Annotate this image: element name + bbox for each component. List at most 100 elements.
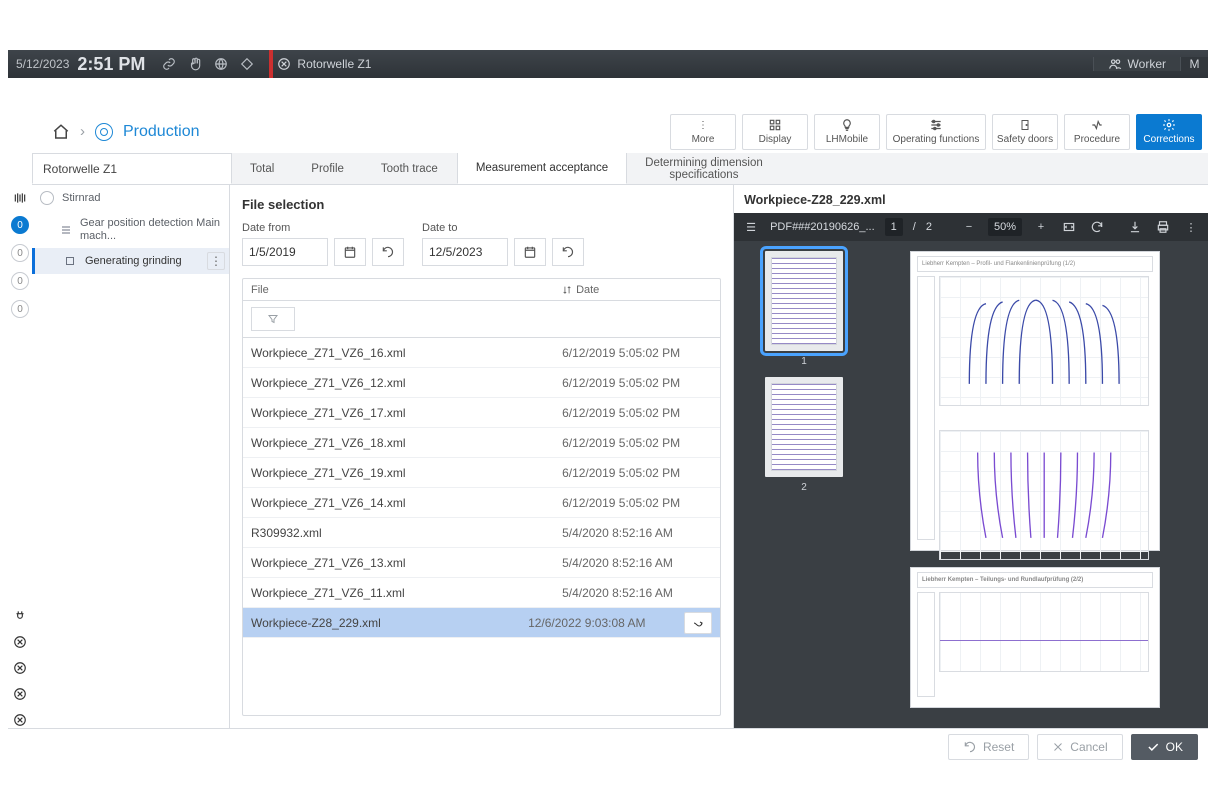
table-row[interactable]: Workpiece_Z71_VZ6_19.xml6/12/2019 5:05:0… — [243, 458, 720, 488]
tab-dim[interactable]: Determining dimension specifications — [627, 153, 782, 184]
table-row[interactable]: Workpiece-Z28_229.xml12/6/2022 9:03:08 A… — [243, 608, 720, 638]
ring-icon — [40, 191, 54, 205]
hand-icon[interactable] — [187, 56, 203, 72]
cell-file: Workpiece_Z71_VZ6_19.xml — [251, 466, 562, 480]
zoom-value[interactable]: 50% — [988, 218, 1022, 236]
corrections-button[interactable]: Corrections — [1136, 114, 1202, 150]
cell-date: 6/12/2019 5:05:02 PM — [562, 376, 712, 390]
table-row[interactable]: Workpiece_Z71_VZ6_13.xml5/4/2020 8:52:16… — [243, 548, 720, 578]
cell-date: 5/4/2020 8:52:16 AM — [562, 586, 712, 600]
action-bar: ⋮More Display LHMobile Operating functio… — [670, 114, 1208, 150]
date-from-input[interactable] — [242, 238, 328, 266]
user-chip[interactable]: Worker — [1093, 57, 1180, 71]
fit-icon[interactable] — [1060, 218, 1078, 236]
home-icon[interactable] — [52, 123, 70, 141]
ok-button[interactable]: OK — [1131, 734, 1198, 760]
file-table: File Date Workpiece_Z71_VZ6_16.xml6/12/2… — [242, 278, 721, 716]
lhmobile-button[interactable]: LHMobile — [814, 114, 880, 150]
diamond-icon[interactable] — [239, 56, 255, 72]
print-icon[interactable] — [1154, 218, 1172, 236]
link-icon[interactable] — [161, 56, 177, 72]
filter-button[interactable] — [251, 307, 295, 331]
sidebar-item-menu[interactable]: ⋮ — [207, 252, 225, 270]
apply-row-button[interactable] — [684, 612, 712, 634]
cell-file: Workpiece_Z71_VZ6_17.xml — [251, 406, 562, 420]
process-tree: Stirnrad Gear position detection Main mac… — [32, 185, 230, 728]
pdf-menu-icon[interactable]: ☰ — [742, 218, 760, 236]
date-to-reset-button[interactable] — [552, 238, 584, 266]
cancel-button[interactable]: Cancel — [1037, 734, 1122, 760]
cancel-circle-icon-2[interactable] — [12, 660, 28, 676]
plug-icon[interactable] — [12, 608, 28, 624]
tab-total[interactable]: Total — [232, 153, 293, 184]
pdf-thumb-1[interactable]: 1 — [765, 251, 843, 351]
date-from-picker-button[interactable] — [334, 238, 366, 266]
sidebar-item-label: Stirnrad — [62, 192, 101, 205]
table-row[interactable]: Workpiece_Z71_VZ6_18.xml6/12/2019 5:05:0… — [243, 428, 720, 458]
cancel-circle-icon-3[interactable] — [12, 686, 28, 702]
action-label: Operating functions — [893, 134, 980, 145]
file-selection-panel: File selection Date from Date to — [230, 185, 734, 728]
zoom-out-icon[interactable]: − — [960, 218, 978, 236]
date-to-input[interactable] — [422, 238, 508, 266]
pdf-page-area[interactable]: Liebherr Kempten – Profil- und Flankenli… — [874, 241, 1208, 728]
pdf-filename: PDF###20190626_... — [770, 221, 875, 233]
m-button[interactable]: M — [1180, 57, 1208, 71]
cell-file: Workpiece_Z71_VZ6_16.xml — [251, 346, 562, 360]
rotate-icon[interactable] — [1088, 218, 1106, 236]
doc-title-chip[interactable]: Rotorwelle Z1 — [277, 57, 371, 71]
pdf-thumb-strip[interactable]: 1 2 — [734, 241, 874, 728]
sidebar-item-gengrind[interactable]: Generating grinding⋮ — [32, 248, 229, 274]
table-row[interactable]: Workpiece_Z71_VZ6_11.xml5/4/2020 8:52:16… — [243, 578, 720, 608]
cancel-circle-icon-4[interactable] — [12, 712, 28, 728]
pdf-more-icon[interactable]: ⋮ — [1182, 218, 1200, 236]
pdf-page-sep: / — [913, 221, 916, 233]
pdf-page-total: 2 — [926, 221, 932, 233]
cell-file: R309932.xml — [251, 526, 562, 540]
cell-date: 6/12/2019 5:05:02 PM — [562, 406, 712, 420]
sidebar-item-label: Gear position detection Main mach... — [80, 217, 221, 242]
more-button[interactable]: ⋮More — [670, 114, 736, 150]
cancel-circle-icon-1[interactable] — [12, 634, 28, 650]
tab-profile[interactable]: Profile — [293, 153, 363, 184]
safety-button[interactable]: Safety doors — [992, 114, 1058, 150]
sliders-icon — [928, 118, 944, 132]
rail-dot-4[interactable]: 0 — [11, 300, 29, 318]
download-icon[interactable] — [1126, 218, 1144, 236]
globe-icon[interactable] — [213, 56, 229, 72]
pdf-page-current[interactable]: 1 — [885, 218, 903, 236]
rail-dot-2[interactable]: 0 — [11, 244, 29, 262]
table-row[interactable]: R309932.xml5/4/2020 8:52:16 AM — [243, 518, 720, 548]
breadcrumb-current[interactable]: Production — [123, 123, 200, 141]
date-from-reset-button[interactable] — [372, 238, 404, 266]
tab-title: Rotorwelle Z1 — [32, 153, 232, 184]
cell-file: Workpiece_Z71_VZ6_14.xml — [251, 496, 562, 510]
display-button[interactable]: Display — [742, 114, 808, 150]
op-functions-button[interactable]: Operating functions — [886, 114, 986, 150]
table-row[interactable]: Workpiece_Z71_VZ6_17.xml6/12/2019 5:05:0… — [243, 398, 720, 428]
rail-wave-icon[interactable] — [12, 190, 28, 206]
doc-title: Rotorwelle Z1 — [297, 57, 371, 71]
tab-tooth[interactable]: Tooth trace — [363, 153, 457, 184]
cell-date: 6/12/2019 5:05:02 PM — [562, 496, 712, 510]
zoom-in-icon[interactable]: + — [1032, 218, 1050, 236]
sidebar-item-stirnrad[interactable]: Stirnrad — [32, 185, 229, 211]
procedure-button[interactable]: Procedure — [1064, 114, 1130, 150]
col-date-header[interactable]: Date — [562, 284, 712, 296]
grid-icon — [768, 118, 782, 132]
rail-dot-1[interactable]: 0 — [11, 216, 29, 234]
tab-meas[interactable]: Measurement acceptance — [457, 153, 627, 184]
table-row[interactable]: Workpiece_Z71_VZ6_14.xml6/12/2019 5:05:0… — [243, 488, 720, 518]
sidebar-item-gearpos[interactable]: Gear position detection Main mach... — [32, 211, 229, 248]
pdf-thumb-2[interactable]: 2 — [765, 377, 843, 477]
preview-title: Workpiece-Z28_229.xml — [734, 185, 1208, 213]
reset-button[interactable]: Reset — [948, 734, 1029, 760]
date-to-picker-button[interactable] — [514, 238, 546, 266]
table-row[interactable]: Workpiece_Z71_VZ6_12.xml6/12/2019 5:05:0… — [243, 368, 720, 398]
pdf-toolbar: ☰ PDF###20190626_... 1 / 2 − 50% + ⋮ — [734, 213, 1208, 241]
dots-vertical-icon: ⋮ — [698, 118, 708, 132]
rail-dot-3[interactable]: 0 — [11, 272, 29, 290]
table-row[interactable]: Workpiece_Z71_VZ6_16.xml6/12/2019 5:05:0… — [243, 338, 720, 368]
bulb-icon — [840, 118, 854, 132]
col-file-header[interactable]: File — [251, 284, 554, 296]
